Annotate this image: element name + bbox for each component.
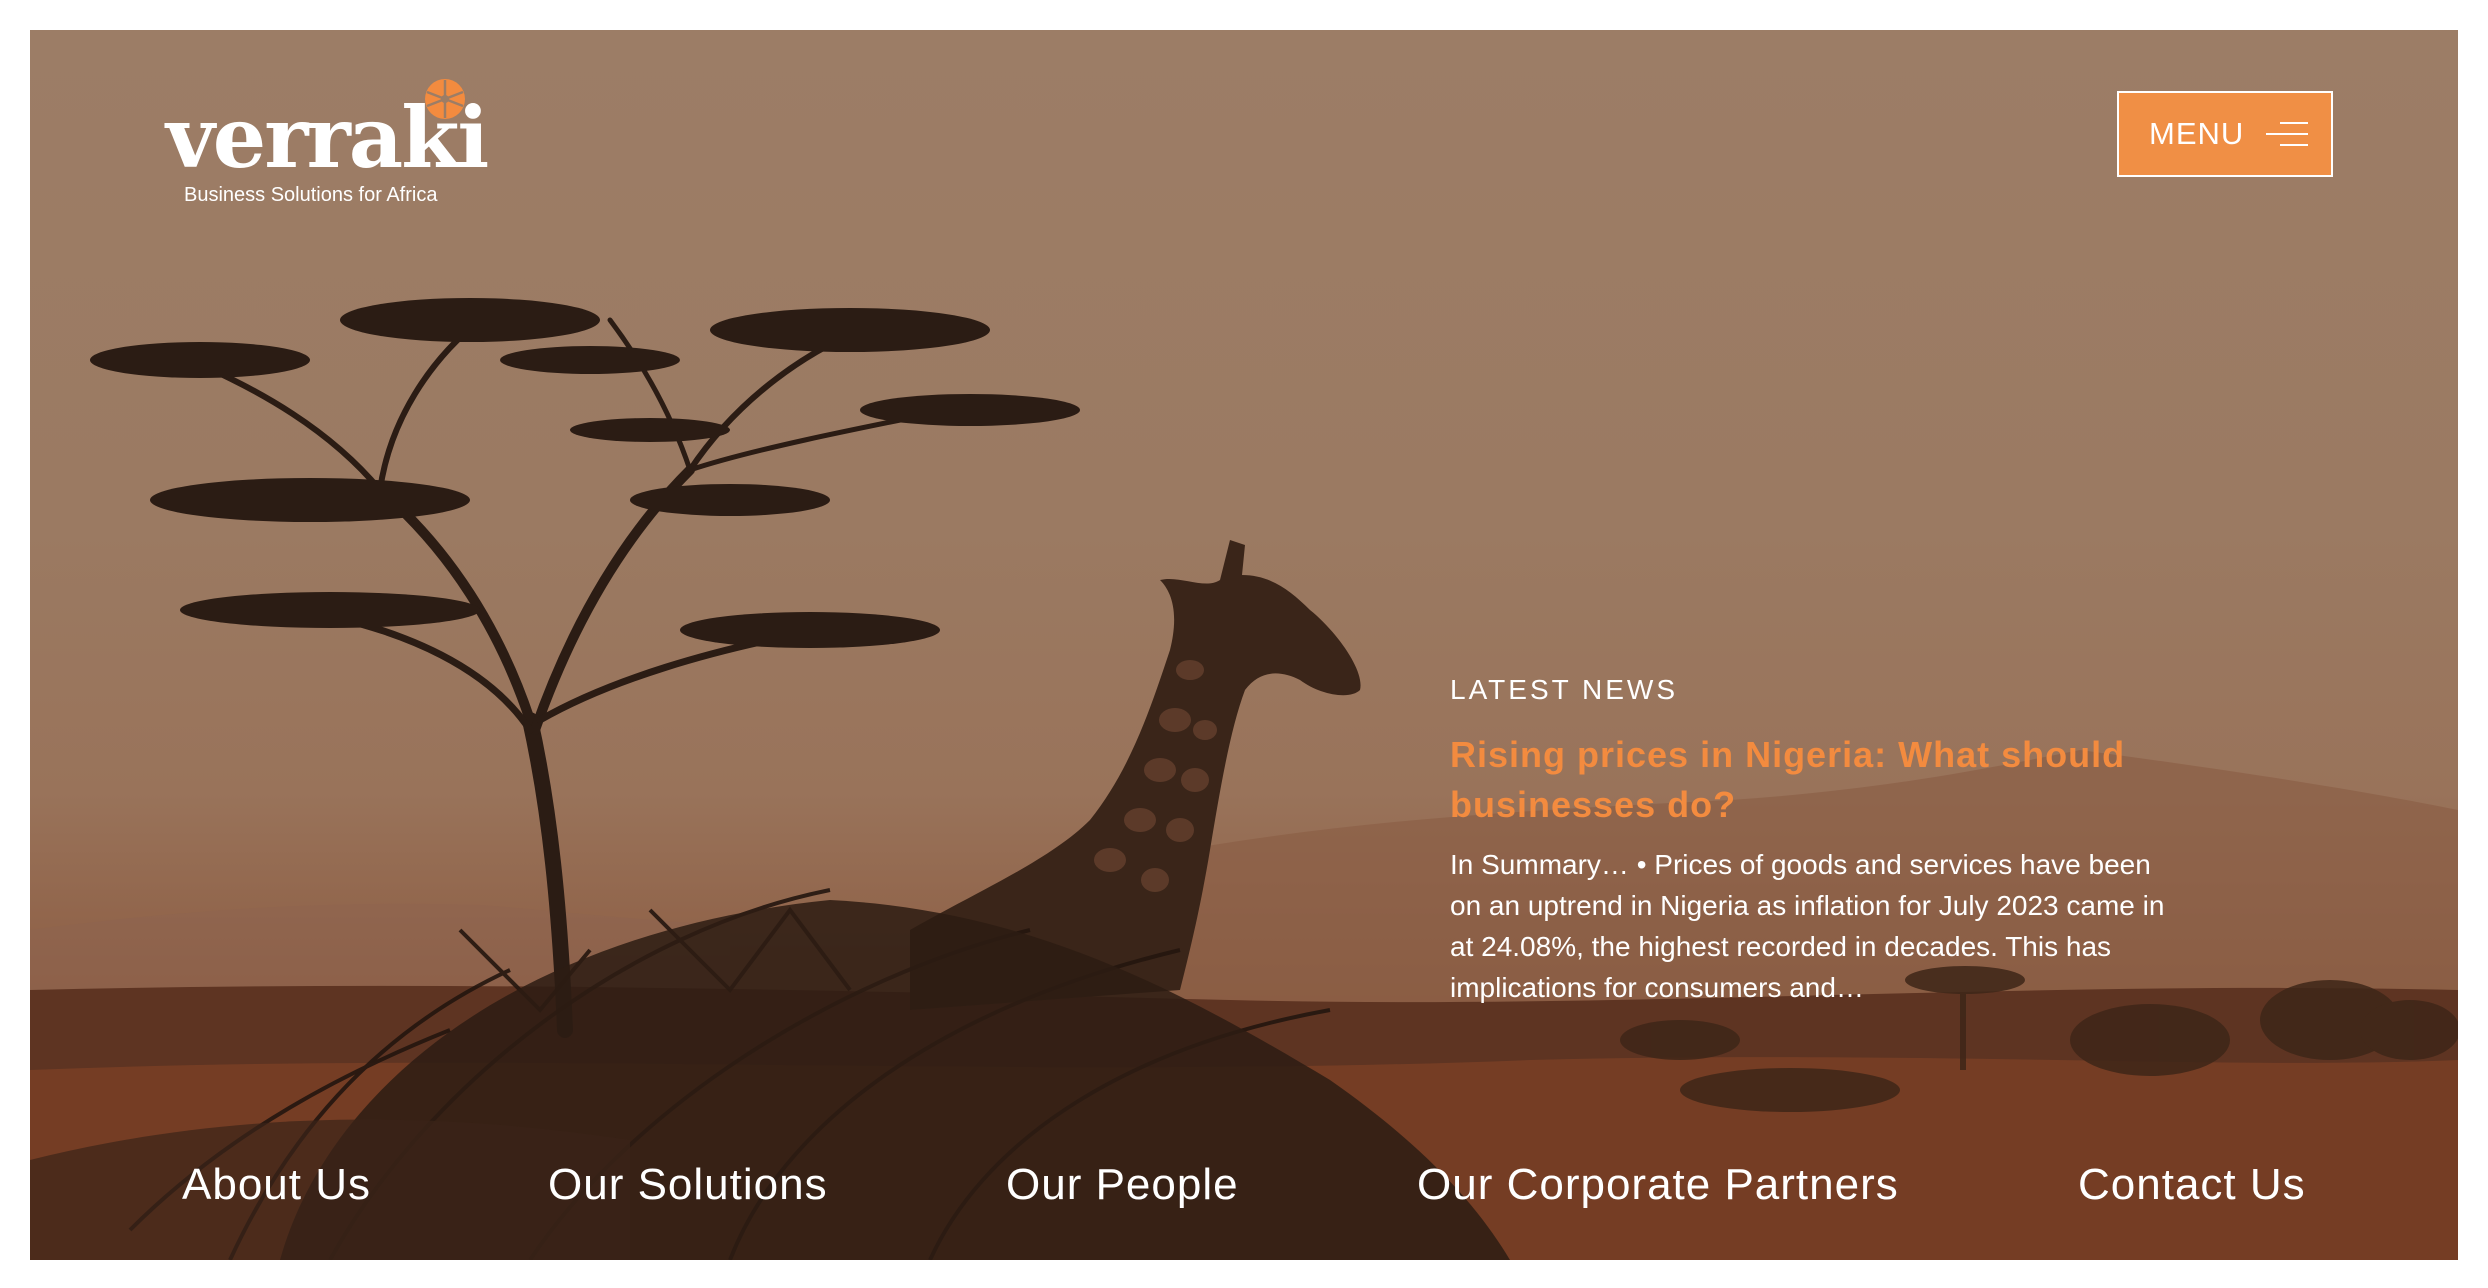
menu-label: MENU: [2149, 116, 2245, 151]
nav-link-our-solutions[interactable]: Our Solutions: [548, 1160, 828, 1210]
hamburger-icon: [2266, 116, 2309, 152]
logo-tagline: Business Solutions for Africa: [184, 184, 438, 206]
nav-link-our-corporate-partners[interactable]: Our Corporate Partners: [1417, 1160, 1899, 1210]
menu-button[interactable]: MENU: [2117, 91, 2333, 177]
footer-nav: About Us Our Solutions Our People Our Co…: [30, 1160, 2458, 1240]
verraki-logo[interactable]: verraki Business Solutions for Africa: [166, 78, 489, 208]
news-kicker: LATEST NEWS: [1450, 674, 1679, 705]
nav-link-about-us[interactable]: About Us: [182, 1160, 371, 1210]
nav-link-contact-us[interactable]: Contact Us: [2078, 1160, 2306, 1210]
hero-background-image: [30, 298, 2458, 1260]
latest-news-block: LATEST NEWS Rising prices in Nigeria: Wh…: [1450, 674, 2210, 1008]
orange-flower-mark-icon: [425, 79, 465, 119]
nav-link-our-people[interactable]: Our People: [1006, 1160, 1239, 1210]
news-title-link[interactable]: Rising prices in Nigeria: What should bu…: [1450, 730, 2210, 830]
hero-section: verraki Business Solutions for Africa ME…: [30, 30, 2458, 1260]
news-summary: In Summary… • Prices of goods and servic…: [1450, 849, 2165, 1003]
